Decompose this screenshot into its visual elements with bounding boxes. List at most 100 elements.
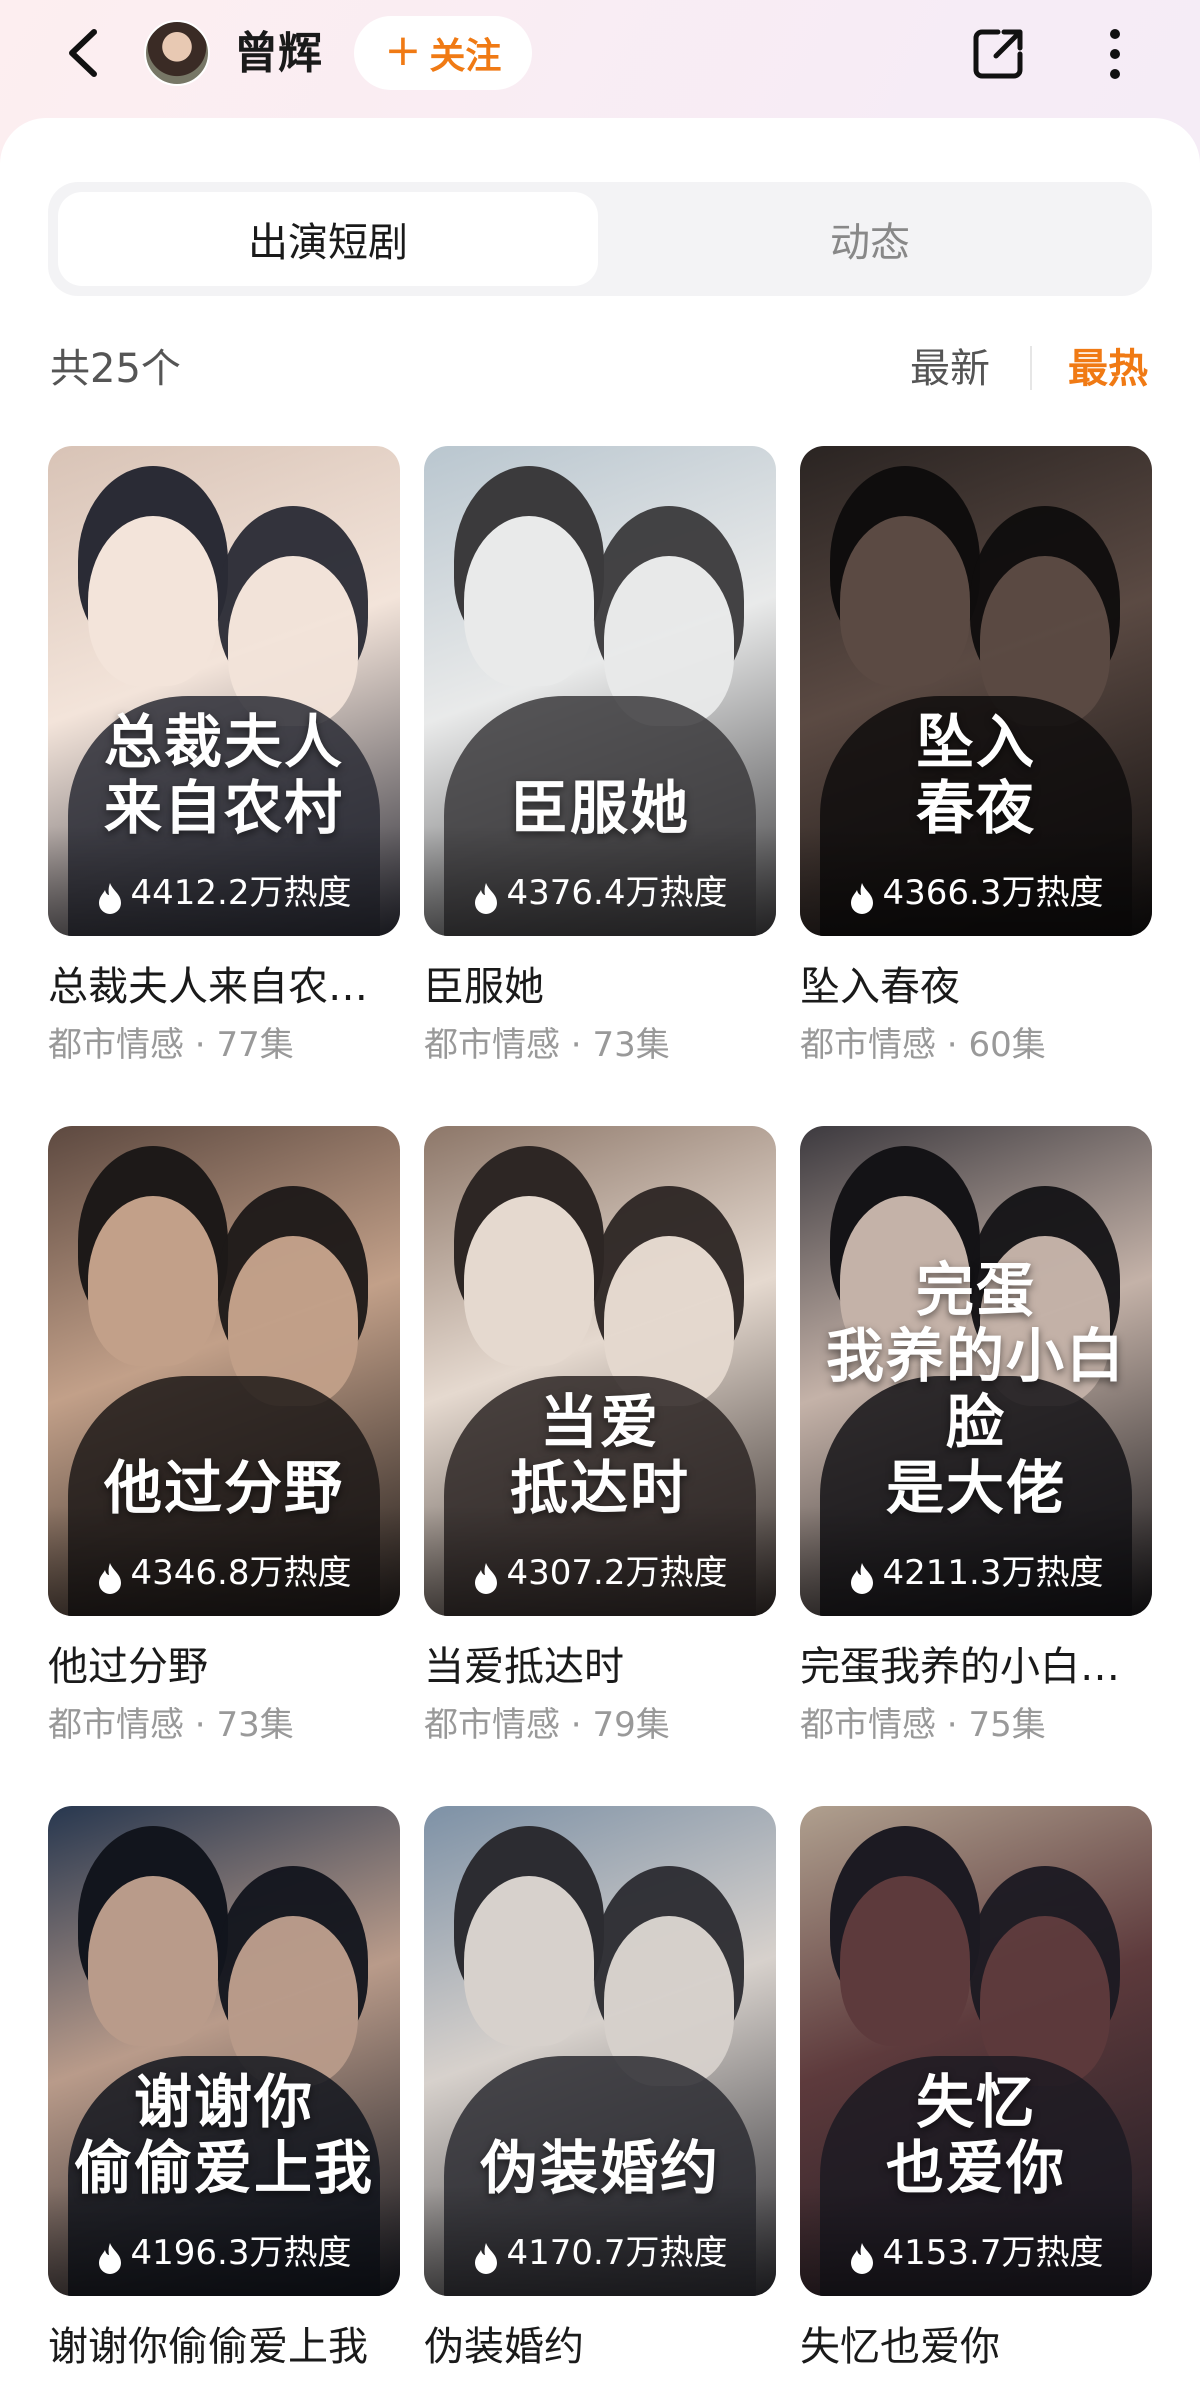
drama-episodes: 73集 — [216, 1705, 294, 1745]
drama-meta: 都市情感 · 73集 — [424, 1022, 776, 1068]
drama-title[interactable]: 当爱抵达时 — [424, 1640, 776, 1694]
heat-badge: 4366.3万热度 — [800, 826, 1152, 936]
drama-title[interactable]: 臣服她 — [424, 960, 776, 1014]
share-icon[interactable] — [968, 24, 1028, 84]
meta-separator: · — [560, 1025, 593, 1065]
drama-card[interactable]: 当爱 抵达时 4307.2万热度 当爱抵达时 都市情感 · 79集 — [424, 1126, 776, 1748]
flame-icon — [849, 1562, 875, 1594]
heat-badge: 4211.3万热度 — [800, 1506, 1152, 1616]
top-bar: 曾辉 + 关注 — [0, 0, 1200, 118]
flame-icon — [849, 2242, 875, 2274]
drama-meta: 都市情感 · 79集 — [424, 1702, 776, 1748]
sort-latest[interactable]: 最新 — [910, 336, 990, 394]
flame-icon — [473, 882, 499, 914]
drama-poster[interactable]: 当爱 抵达时 4307.2万热度 — [424, 1126, 776, 1616]
heat-value: 4366.3万热度 — [882, 873, 1104, 913]
flame-icon — [97, 882, 123, 914]
flame-icon — [849, 882, 875, 914]
tab-updates[interactable]: 动态 — [600, 192, 1140, 286]
heat-badge: 4412.2万热度 — [48, 826, 400, 936]
drama-poster[interactable]: 坠入 春夜 4366.3万热度 — [800, 446, 1152, 936]
heat-badge: 4196.3万热度 — [48, 2186, 400, 2296]
drama-title[interactable]: 他过分野 — [48, 1640, 400, 1694]
drama-episodes: 60集 — [968, 1025, 1046, 1065]
heat-value: 4170.7万热度 — [506, 2233, 728, 2273]
drama-card[interactable]: 坠入 春夜 4366.3万热度 坠入春夜 都市情感 · 60集 — [800, 446, 1152, 1068]
drama-genre: 都市情感 — [424, 1705, 560, 1745]
more-icon[interactable] — [1090, 24, 1140, 84]
meta-separator: · — [560, 1705, 593, 1745]
drama-title[interactable]: 总裁夫人来自农… — [48, 960, 400, 1014]
drama-meta: 都市情感 · 60集 — [800, 1022, 1152, 1068]
heat-value: 4307.2万热度 — [506, 1553, 728, 1593]
drama-card[interactable]: 完蛋 我养的小白脸 是大佬 4211.3万热度 完蛋我养的小白… 都市情感 · 75… — [800, 1126, 1152, 1748]
tab-dramas[interactable]: 出演短剧 — [58, 192, 598, 286]
poster-figure — [88, 516, 218, 686]
back-icon[interactable] — [52, 18, 122, 88]
drama-episodes: 77集 — [216, 1025, 294, 1065]
heat-badge: 4153.7万热度 — [800, 2186, 1152, 2296]
tab-bar: 出演短剧 动态 — [48, 182, 1152, 296]
poster-title-art: 总裁夫人 来自农村 — [68, 709, 380, 841]
heat-value: 4153.7万热度 — [882, 2233, 1104, 2273]
drama-poster[interactable]: 臣服她 4376.4万热度 — [424, 446, 776, 936]
poster-title-line: 坠入 — [915, 708, 1036, 776]
poster-title-art: 当爱 抵达时 — [444, 1389, 756, 1521]
meta-separator: · — [936, 1025, 969, 1065]
follow-button[interactable]: + 关注 — [354, 16, 532, 90]
heat-badge: 4346.8万热度 — [48, 1506, 400, 1616]
drama-title[interactable]: 谢谢你偷偷爱上我 — [48, 2320, 400, 2374]
poster-title-line: 完蛋 — [915, 1256, 1036, 1324]
poster-figure — [464, 1196, 594, 1366]
drama-poster[interactable]: 完蛋 我养的小白脸 是大佬 4211.3万热度 — [800, 1126, 1152, 1616]
drama-title[interactable]: 失忆也爱你 — [800, 2320, 1152, 2374]
drama-meta: 都市情感 · 73集 — [48, 1702, 400, 1748]
drama-card[interactable]: 他过分野 4346.8万热度 他过分野 都市情感 · 73集 — [48, 1126, 400, 1748]
drama-poster[interactable]: 失忆 也爱你 4153.7万热度 — [800, 1806, 1152, 2296]
drama-genre: 都市情感 — [800, 1025, 936, 1065]
heat-value: 4211.3万热度 — [882, 1553, 1104, 1593]
drama-episodes: 75集 — [968, 1705, 1046, 1745]
drama-genre: 都市情感 — [800, 1705, 936, 1745]
plus-icon: + — [384, 25, 422, 76]
item-count: 共25个 — [50, 346, 181, 392]
poster-figure — [88, 1196, 218, 1366]
drama-card[interactable]: 总裁夫人 来自农村 4412.2万热度 总裁夫人来自农… 都市情感 · 77集 — [48, 446, 400, 1068]
heat-badge: 4170.7万热度 — [424, 2186, 776, 2296]
heat-badge: 4307.2万热度 — [424, 1506, 776, 1616]
poster-figure — [840, 1876, 970, 2046]
username: 曾辉 — [234, 28, 322, 79]
drama-poster[interactable]: 总裁夫人 来自农村 4412.2万热度 — [48, 446, 400, 936]
poster-title-line: 谢谢你 — [133, 2068, 314, 2136]
content-panel: 出演短剧 动态 共25个 最新 最热 总裁夫人 来自农村 4412.2万热度 总裁… — [0, 118, 1200, 2394]
heat-value: 4376.4万热度 — [506, 873, 728, 913]
drama-genre: 都市情感 — [48, 1025, 184, 1065]
drama-episodes: 79集 — [592, 1705, 670, 1745]
drama-meta: 都市情感 · 75集 — [800, 1702, 1152, 1748]
flame-icon — [473, 1562, 499, 1594]
drama-title[interactable]: 完蛋我养的小白… — [800, 1640, 1152, 1694]
sort-hottest[interactable]: 最热 — [1068, 336, 1148, 394]
drama-card[interactable]: 谢谢你 偷偷爱上我 4196.3万热度 谢谢你偷偷爱上我 — [48, 1806, 400, 2382]
flame-icon — [473, 2242, 499, 2274]
meta-separator: · — [184, 1025, 217, 1065]
poster-title-line: 当爱 — [539, 1388, 660, 1456]
drama-title[interactable]: 伪装婚约 — [424, 2320, 776, 2374]
drama-card[interactable]: 失忆 也爱你 4153.7万热度 失忆也爱你 — [800, 1806, 1152, 2382]
drama-poster[interactable]: 伪装婚约 4170.7万热度 — [424, 1806, 776, 2296]
drama-card[interactable]: 伪装婚约 4170.7万热度 伪装婚约 — [424, 1806, 776, 2382]
avatar[interactable] — [144, 20, 210, 86]
heat-value: 4196.3万热度 — [130, 2233, 352, 2273]
drama-card[interactable]: 臣服她 4376.4万热度 臣服她 都市情感 · 73集 — [424, 446, 776, 1068]
drama-genre: 都市情感 — [424, 1025, 560, 1065]
drama-title[interactable]: 坠入春夜 — [800, 960, 1152, 1014]
drama-meta: 都市情感 · 77集 — [48, 1022, 400, 1068]
poster-figure — [840, 516, 970, 686]
drama-poster[interactable]: 谢谢你 偷偷爱上我 4196.3万热度 — [48, 1806, 400, 2296]
poster-title-line: 我养的小白脸 — [825, 1322, 1126, 1456]
drama-poster[interactable]: 他过分野 4346.8万热度 — [48, 1126, 400, 1616]
poster-title-art: 失忆 也爱你 — [820, 2069, 1132, 2201]
heat-badge: 4376.4万热度 — [424, 826, 776, 936]
flame-icon — [97, 2242, 123, 2274]
poster-title-line: 失忆 — [915, 2068, 1036, 2136]
